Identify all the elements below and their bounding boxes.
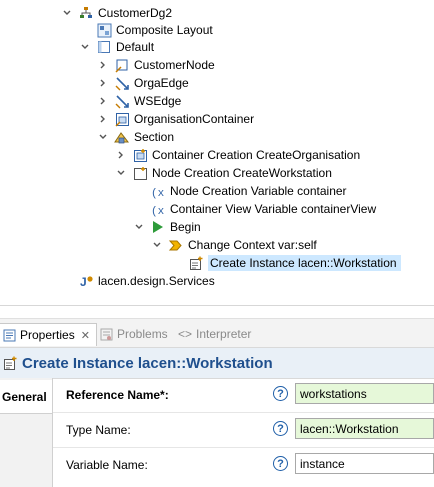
tree-item-label: OrgaEdge [134,76,189,90]
chevron-down-icon[interactable] [114,164,128,182]
tree-item-label: Node Creation CreateWorkstation [152,166,332,180]
tree-item-node-creation[interactable]: Node Creation CreateWorkstation [114,164,332,182]
sidebar-item-general[interactable]: General [0,380,52,414]
help-icon[interactable]: ? [273,456,288,471]
tree-item-composite-layout[interactable]: Composite Layout [96,21,213,39]
help-icon[interactable]: ? [273,386,288,401]
svg-text:(x): (x) [151,188,166,199]
properties-form: Reference Name*: ? Type Name: ? Variable… [53,378,434,487]
edge-icon [114,75,130,91]
tree-item-label: Change Context var:self [188,238,317,252]
variable-name-label: Variable Name: [66,458,148,472]
chevron-down-icon[interactable] [96,128,110,146]
layout-icon [96,22,112,38]
reference-name-label: Reference Name*: [66,388,169,402]
chevron-right-icon[interactable] [96,56,110,74]
type-name-label: Type Name: [66,423,131,437]
tree-item-wsedge[interactable]: WSEdge [96,92,181,110]
tab-interpreter[interactable]: <> Interpreter [178,323,251,345]
chevron-down-icon[interactable] [60,4,74,22]
tree-item-label: Section [134,130,175,144]
tree-item-container-creation[interactable]: Container Creation CreateOrganisation [114,146,360,164]
type-name-field[interactable] [295,418,434,439]
properties-header: Create Instance lacen::Workstation [0,347,434,379]
tree-item-label: Create Instance lacen::Workstation [208,255,401,271]
tree-item-services[interactable]: J lacen.design.Services [78,272,215,290]
tab-problems[interactable]: Problems [98,323,168,345]
variable-icon: (x) [150,183,166,199]
problems-icon [98,326,114,342]
tree-item-create-instance[interactable]: Create Instance lacen::Workstation [188,254,401,272]
view-tab-bar: Properties ✕ Problems <> Interpreter [0,318,434,347]
tree-item-label: lacen.design.Services [98,274,215,288]
outline-tree: CustomerDg2 Composite Layout Default Cus… [0,0,434,298]
form-row-type-name: Type Name: ? [53,413,434,448]
tree-item-label: WSEdge [134,94,182,108]
chevron-right-icon[interactable] [96,74,110,92]
chevron-down-icon[interactable] [150,236,164,254]
chevron-down-icon[interactable] [132,218,146,236]
form-row-variable-name: Variable Name: ? [53,448,434,482]
view-separator[interactable] [0,305,434,306]
tree-item-label: Container Creation CreateOrganisation [152,148,361,162]
change-context-icon [168,237,184,253]
create-instance-icon [2,355,18,371]
tab-properties[interactable]: Properties ✕ [0,323,97,346]
services-icon: J [78,273,94,289]
section-icon [114,129,130,145]
chevron-right-icon[interactable] [96,110,110,128]
tab-label: Interpreter [196,327,252,341]
chevron-down-icon[interactable] [78,38,92,56]
tree-item-change-context[interactable]: Change Context var:self [150,236,317,254]
tree-item-label: Begin [170,220,201,234]
svg-text:J: J [80,275,87,289]
properties-sidebar: General [0,378,53,487]
chevron-right-icon[interactable] [96,92,110,110]
tree-item-label: OrganisationContainer [134,112,255,126]
reference-name-field[interactable] [295,383,434,404]
help-icon[interactable]: ? [273,421,288,436]
tree-item-label: Default [116,40,155,54]
container-icon [114,111,130,127]
tree-item-label: Container View Variable containerView [170,202,377,216]
tree-item-node-creation-variable[interactable]: (x) Node Creation Variable container [150,182,347,200]
form-row-reference-name: Reference Name*: ? [53,378,434,413]
svg-text:(x): (x) [151,206,166,217]
tree-item-customernode[interactable]: CustomerNode [96,56,215,74]
tree-item-section[interactable]: Section [96,128,174,146]
node-creation-icon [132,165,148,181]
tree-item-label: Node Creation Variable container [170,184,347,198]
tree-item-begin[interactable]: Begin [132,218,201,236]
tree-item-label: CustomerDg2 [98,6,173,20]
tree-item-organisationcontainer[interactable]: OrganisationContainer [96,110,254,128]
tree-item-container-view-variable[interactable]: (x) Container View Variable containerVie… [150,200,377,218]
close-tab-icon[interactable]: ✕ [81,329,90,342]
tree-item-label: Composite Layout [116,23,213,37]
layer-icon [96,39,112,55]
tree-item-orgaedge[interactable]: OrgaEdge [96,74,189,92]
variable-icon: (x) [150,201,166,217]
variable-name-field[interactable] [295,453,434,474]
diagram-tree-icon [78,5,94,21]
create-instance-icon [188,255,204,271]
tree-item-default[interactable]: Default [78,38,154,56]
begin-icon [150,219,166,235]
page-title: Create Instance lacen::Workstation [22,354,273,372]
properties-icon [1,327,17,343]
edge-icon [114,93,130,109]
interpreter-icon: <> [178,327,193,341]
node-icon [114,57,130,73]
chevron-right-icon[interactable] [114,146,128,164]
container-creation-icon [132,147,148,163]
tab-label: Problems [117,327,168,341]
sidebar-item-label: General [2,389,47,404]
tab-label: Properties [20,328,75,342]
tree-item-label: CustomerNode [134,58,215,72]
tree-item-customerdg2[interactable]: CustomerDg2 [60,4,172,22]
